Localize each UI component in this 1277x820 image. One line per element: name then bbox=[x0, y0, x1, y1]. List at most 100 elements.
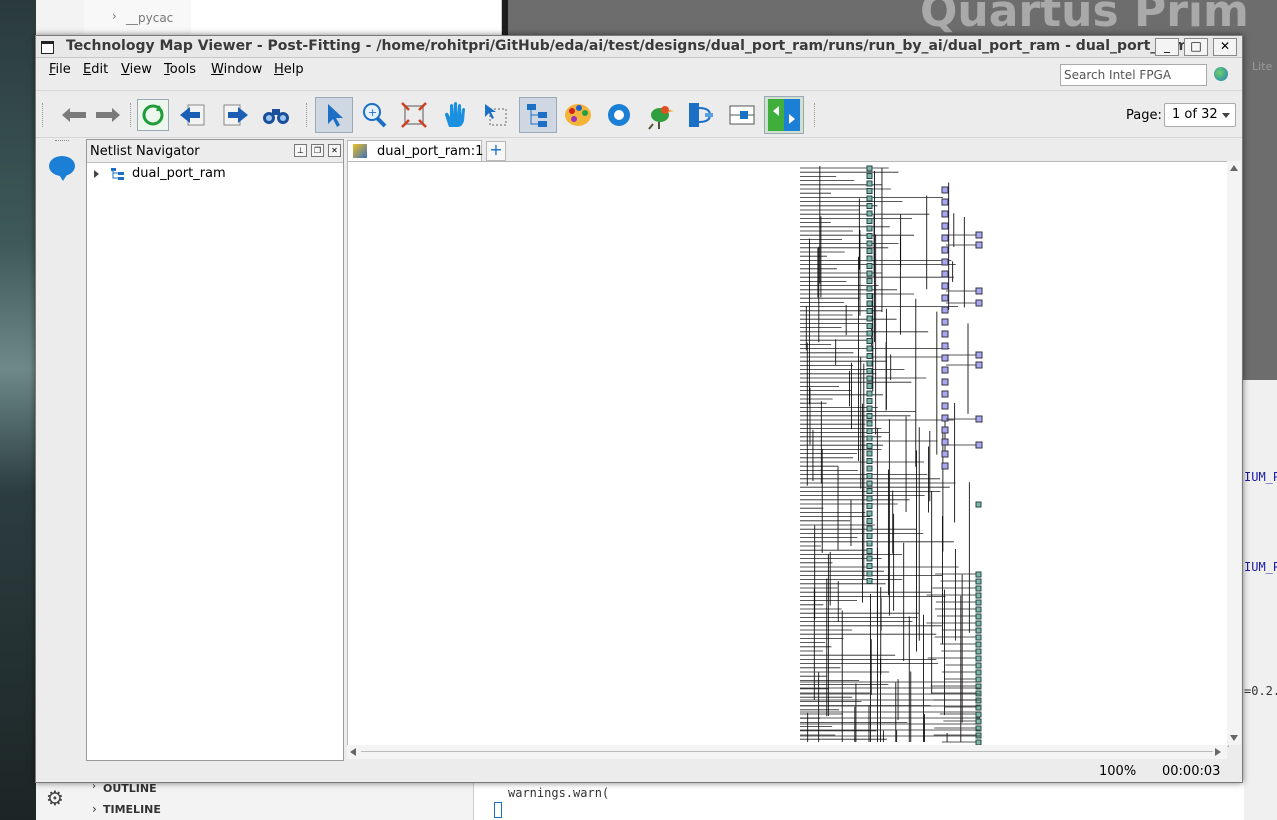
menu-label-rest: indow bbox=[223, 62, 263, 77]
scroll-track[interactable] bbox=[361, 751, 1213, 752]
net-output-cell bbox=[975, 231, 983, 239]
net-cell bbox=[941, 186, 949, 194]
pin-icon[interactable]: ⊥ bbox=[294, 144, 307, 157]
add-tab-button[interactable]: + bbox=[486, 141, 506, 161]
select-pointer-icon[interactable] bbox=[315, 97, 353, 133]
toolbar-grip[interactable] bbox=[42, 103, 46, 127]
color-palette-icon[interactable] bbox=[562, 99, 594, 131]
zoom-icon[interactable]: + bbox=[358, 99, 390, 131]
menu-mnemonic: E bbox=[83, 62, 92, 77]
dock-grip[interactable] bbox=[55, 140, 69, 143]
desktop-background bbox=[0, 0, 36, 820]
title-bar[interactable]: Technology Map Viewer - Post-Fitting - /… bbox=[36, 36, 1242, 58]
float-icon[interactable]: ❐ bbox=[311, 144, 324, 157]
net-node bbox=[866, 570, 873, 577]
page-label: Page: bbox=[1126, 108, 1162, 123]
page-select[interactable]: 1 of 32 bbox=[1164, 103, 1236, 127]
tree-item-dual-port-ram[interactable]: dual_port_ram bbox=[132, 166, 226, 181]
net-node bbox=[866, 428, 873, 434]
menu-window[interactable]: Window bbox=[211, 62, 262, 77]
minimize-button[interactable]: _ bbox=[1155, 38, 1179, 56]
background-right-dark bbox=[1243, 40, 1277, 380]
menu-edit[interactable]: Edit bbox=[83, 62, 108, 77]
net-output-cell bbox=[975, 415, 983, 423]
explorer-item[interactable]: __pycac bbox=[126, 11, 173, 25]
schematic-tab-icon bbox=[353, 144, 367, 158]
net-node bbox=[866, 278, 873, 284]
toolbar-grip[interactable] bbox=[306, 103, 310, 127]
net-node bbox=[975, 592, 982, 599]
close-icon[interactable]: ✕ bbox=[328, 144, 341, 157]
net-cell bbox=[941, 306, 949, 314]
rubberband-select-icon[interactable] bbox=[480, 99, 512, 131]
net-cell bbox=[941, 426, 949, 434]
vertical-scrollbar[interactable] bbox=[1227, 161, 1241, 745]
net-cell bbox=[941, 270, 949, 278]
expand-triangle-icon[interactable] bbox=[94, 170, 99, 178]
settings-gear-icon[interactable]: ⚙ bbox=[46, 786, 64, 810]
net-node bbox=[866, 345, 873, 352]
menu-label-rest: ile bbox=[55, 62, 71, 77]
maximize-button[interactable]: □ bbox=[1184, 38, 1208, 56]
next-page-icon[interactable] bbox=[219, 99, 251, 131]
menu-file[interactable]: File bbox=[49, 62, 71, 77]
timeline-section[interactable]: TIMELINE bbox=[103, 803, 161, 816]
globe-icon[interactable] bbox=[1214, 67, 1228, 81]
menu-label-rest: elp bbox=[283, 62, 304, 77]
scroll-left-icon[interactable] bbox=[350, 748, 356, 756]
menu-mnemonic: V bbox=[121, 62, 130, 77]
scroll-right-icon[interactable] bbox=[1215, 748, 1221, 756]
net-cell bbox=[941, 378, 949, 386]
menu-help[interactable]: Help bbox=[274, 62, 304, 77]
net-node bbox=[866, 330, 873, 337]
net-node bbox=[975, 620, 982, 627]
forward-arrow-icon[interactable] bbox=[92, 99, 124, 131]
search-intel-fpga-input[interactable]: Search Intel FPGA bbox=[1060, 64, 1207, 86]
quartus-splash-title: Quartus Prim bbox=[920, 0, 1249, 37]
netlist-navigator-header[interactable]: Netlist Navigator ⊥ ❐ ✕ bbox=[87, 140, 343, 163]
net-node bbox=[866, 443, 873, 449]
back-arrow-icon[interactable] bbox=[58, 99, 90, 131]
tab-dual-port-ram-1[interactable]: dual_port_ram:1 bbox=[347, 140, 484, 162]
split-view-icon[interactable] bbox=[764, 96, 804, 134]
net-node bbox=[866, 338, 873, 344]
settings-gear-icon[interactable] bbox=[603, 99, 635, 131]
toolbar-grip[interactable] bbox=[814, 103, 818, 127]
net-node bbox=[866, 240, 873, 247]
net-node bbox=[866, 180, 873, 187]
net-cell bbox=[941, 450, 949, 458]
tab-label: dual_port_ram:1 bbox=[377, 144, 484, 159]
scroll-down-icon[interactable] bbox=[1230, 735, 1238, 741]
scroll-up-icon[interactable] bbox=[1230, 165, 1238, 171]
net-cell bbox=[941, 342, 949, 350]
find-binoculars-icon[interactable] bbox=[260, 99, 292, 131]
fit-window-icon[interactable] bbox=[398, 99, 430, 131]
schematic-canvas[interactable] bbox=[347, 161, 1229, 747]
status-zoom: 100% bbox=[1099, 764, 1137, 779]
outline-section[interactable]: OUTLINE bbox=[103, 782, 157, 795]
menu-view[interactable]: View bbox=[121, 62, 152, 77]
net-node bbox=[866, 263, 873, 269]
horizontal-scrollbar[interactable] bbox=[347, 745, 1227, 759]
schematic-view-icon[interactable] bbox=[726, 99, 758, 131]
net-node bbox=[975, 648, 982, 655]
menu-tools[interactable]: Tools bbox=[164, 62, 196, 77]
net-node bbox=[866, 458, 873, 464]
refresh-icon[interactable] bbox=[137, 99, 169, 131]
net-node bbox=[975, 606, 982, 613]
hierarchy-icon[interactable] bbox=[519, 97, 557, 133]
chat-bubble-tail bbox=[58, 173, 68, 181]
net-node bbox=[866, 488, 873, 494]
toolbar-grip[interactable] bbox=[130, 103, 134, 127]
close-button[interactable]: ✕ bbox=[1213, 38, 1237, 56]
netlist-export-icon[interactable] bbox=[685, 99, 717, 131]
net-node bbox=[975, 676, 982, 683]
code-fragment: =0.2. bbox=[1244, 684, 1277, 698]
bird-eye-view-icon[interactable] bbox=[644, 99, 676, 131]
terminal-cursor bbox=[494, 802, 502, 818]
net-node bbox=[866, 323, 873, 329]
svg-text:+: + bbox=[368, 106, 377, 119]
hand-pan-icon[interactable] bbox=[439, 99, 471, 131]
net-node bbox=[866, 420, 873, 427]
previous-page-icon[interactable] bbox=[177, 99, 209, 131]
